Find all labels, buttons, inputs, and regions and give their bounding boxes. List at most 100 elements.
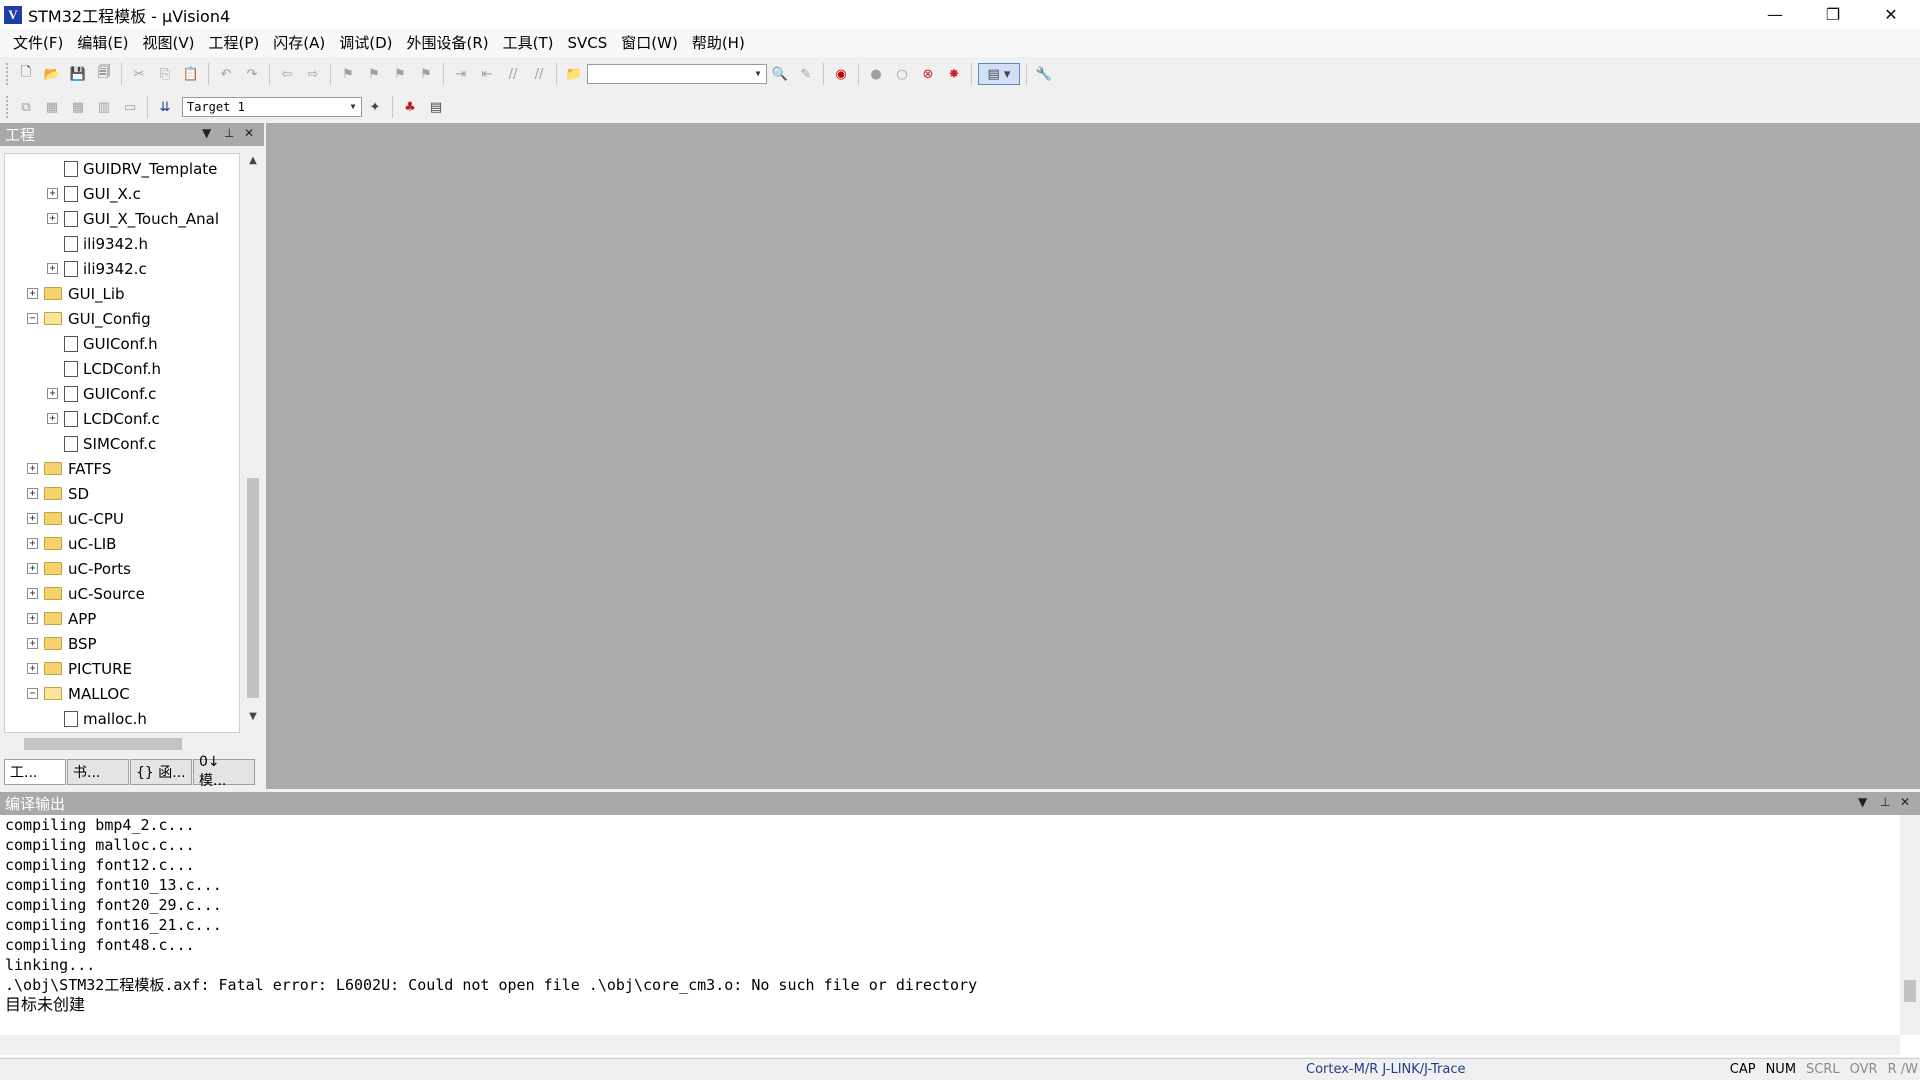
breakpoint-disable-all-icon[interactable]: ⊗: [917, 63, 939, 85]
build-icon[interactable]: ▦: [41, 96, 63, 118]
build-output-text[interactable]: compiling bmp4_2.c... compiling malloc.c.…: [0, 815, 1900, 1035]
manage-project-items-icon[interactable]: ♣: [399, 96, 421, 118]
rebuild-icon[interactable]: ▦: [67, 96, 89, 118]
menu-item[interactable]: 视图(V): [136, 30, 202, 56]
menu-item[interactable]: 外围设备(R): [399, 30, 495, 56]
expand-icon[interactable]: +: [47, 188, 58, 199]
expand-icon[interactable]: +: [27, 613, 38, 624]
scroll-down-icon[interactable]: ▼: [244, 711, 262, 729]
toolbar-grip[interactable]: [6, 96, 10, 118]
redo-icon[interactable]: ↷: [241, 63, 263, 85]
breakpoint-insert-icon[interactable]: ●: [865, 63, 887, 85]
paste-icon[interactable]: 📋: [180, 63, 202, 85]
collapse-icon[interactable]: −: [27, 313, 38, 324]
save-icon[interactable]: 💾: [67, 63, 89, 85]
tree-item[interactable]: GUIDRV_Template: [47, 156, 217, 181]
chevron-down-icon[interactable]: ▼: [346, 99, 360, 115]
minimize-button[interactable]: —: [1746, 0, 1804, 29]
indent-icon[interactable]: ⇥: [450, 63, 472, 85]
pin-icon[interactable]: ⊥: [224, 126, 234, 140]
panel-menu-icon[interactable]: ▼: [202, 126, 211, 140]
breakpoint-kill-all-icon[interactable]: ✸: [943, 63, 965, 85]
expand-icon[interactable]: +: [47, 213, 58, 224]
tree-item[interactable]: LCDConf.h: [47, 356, 161, 381]
breakpoint-enable-icon[interactable]: ○: [891, 63, 913, 85]
new-file-icon[interactable]: 🗋: [15, 63, 37, 85]
expand-icon[interactable]: +: [27, 488, 38, 499]
panel-tab[interactable]: {} 函...: [130, 759, 192, 785]
tree-item[interactable]: + uC-Ports: [27, 556, 131, 581]
unindent-icon[interactable]: ⇤: [476, 63, 498, 85]
tree-item[interactable]: + BSP: [27, 631, 97, 656]
collapse-icon[interactable]: −: [27, 688, 38, 699]
navigate-back-icon[interactable]: ⇦: [276, 63, 298, 85]
menu-item[interactable]: 工具(T): [496, 30, 561, 56]
find-in-files-icon[interactable]: 📁: [563, 63, 585, 85]
expand-icon[interactable]: +: [47, 413, 58, 424]
build-output-vscroll[interactable]: [1900, 815, 1920, 1035]
expand-icon[interactable]: +: [47, 263, 58, 274]
tree-item[interactable]: + GUI_X.c: [47, 181, 141, 206]
panel-menu-icon[interactable]: ▼: [1858, 795, 1867, 809]
bookmark-insert-icon[interactable]: ⚑: [337, 63, 359, 85]
save-all-icon[interactable]: 🗐: [93, 63, 115, 85]
close-icon[interactable]: ✕: [244, 126, 254, 140]
tree-item[interactable]: + APP: [27, 606, 96, 631]
tree-item[interactable]: + GUI_Lib: [27, 281, 125, 306]
tree-item[interactable]: + PICTURE: [27, 656, 132, 681]
editor-area[interactable]: [266, 123, 1920, 789]
toolbar-grip[interactable]: [6, 63, 10, 85]
tree-item[interactable]: SIMConf.c: [47, 431, 156, 456]
tree-item[interactable]: + uC-Source: [27, 581, 145, 606]
tree-item[interactable]: − GUI_Config: [27, 306, 151, 331]
menu-item[interactable]: 工程(P): [202, 30, 267, 56]
uncomment-icon[interactable]: //: [528, 63, 550, 85]
bookmark-prev-icon[interactable]: ⚑: [363, 63, 385, 85]
chevron-down-icon[interactable]: ▼: [751, 66, 765, 82]
incremental-find-icon[interactable]: ✎: [795, 63, 817, 85]
comment-icon[interactable]: //: [502, 63, 524, 85]
navigate-forward-icon[interactable]: ⇨: [302, 63, 324, 85]
undo-icon[interactable]: ↶: [215, 63, 237, 85]
tree-item[interactable]: + GUIConf.c: [47, 381, 156, 406]
pin-icon[interactable]: ⊥: [1880, 795, 1890, 809]
target-options-icon[interactable]: ✦: [364, 96, 386, 118]
scroll-thumb[interactable]: [24, 738, 182, 750]
expand-icon[interactable]: +: [27, 538, 38, 549]
menu-item[interactable]: 窗口(W): [614, 30, 685, 56]
menu-item[interactable]: 帮助(H): [685, 30, 752, 56]
tree-item[interactable]: + FATFS: [27, 456, 111, 481]
project-tree-hscroll[interactable]: [4, 735, 236, 753]
download-icon[interactable]: ⇊: [154, 96, 176, 118]
expand-icon[interactable]: +: [27, 638, 38, 649]
tree-item[interactable]: + uC-CPU: [27, 506, 124, 531]
tree-item[interactable]: malloc.h: [47, 706, 147, 731]
debug-session-icon[interactable]: ◉: [830, 63, 852, 85]
menu-item[interactable]: 闪存(A): [266, 30, 332, 56]
project-tree-vscroll[interactable]: ▲ ▼: [244, 153, 262, 733]
open-file-icon[interactable]: 📂: [41, 63, 63, 85]
expand-icon[interactable]: +: [27, 463, 38, 474]
expand-icon[interactable]: +: [27, 288, 38, 299]
menu-item[interactable]: 编辑(E): [70, 30, 135, 56]
menu-item[interactable]: 调试(D): [332, 30, 399, 56]
menu-item[interactable]: 文件(F): [6, 30, 70, 56]
tree-item[interactable]: − MALLOC: [27, 681, 130, 706]
tree-item[interactable]: + LCDConf.c: [47, 406, 160, 431]
target-select[interactable]: Target 1 ▼: [182, 97, 362, 117]
expand-icon[interactable]: +: [27, 663, 38, 674]
scroll-thumb[interactable]: [247, 478, 259, 698]
panel-tab[interactable]: 书...: [67, 759, 129, 785]
panel-tab[interactable]: 0↓ 模...: [193, 754, 255, 789]
bookmark-next-icon[interactable]: ⚑: [389, 63, 411, 85]
close-button[interactable]: ✕: [1862, 0, 1920, 29]
find-combo[interactable]: ▼: [587, 64, 767, 84]
expand-icon[interactable]: +: [47, 388, 58, 399]
menu-item[interactable]: SVCS: [561, 30, 615, 56]
copy-icon[interactable]: ⎘: [154, 63, 176, 85]
tree-item[interactable]: GUIConf.h: [47, 331, 158, 356]
build-output-hscroll[interactable]: [0, 1035, 1900, 1055]
window-layout-icon[interactable]: ▤ ▾: [978, 63, 1020, 85]
expand-icon[interactable]: +: [27, 513, 38, 524]
scroll-up-icon[interactable]: ▲: [244, 155, 262, 173]
